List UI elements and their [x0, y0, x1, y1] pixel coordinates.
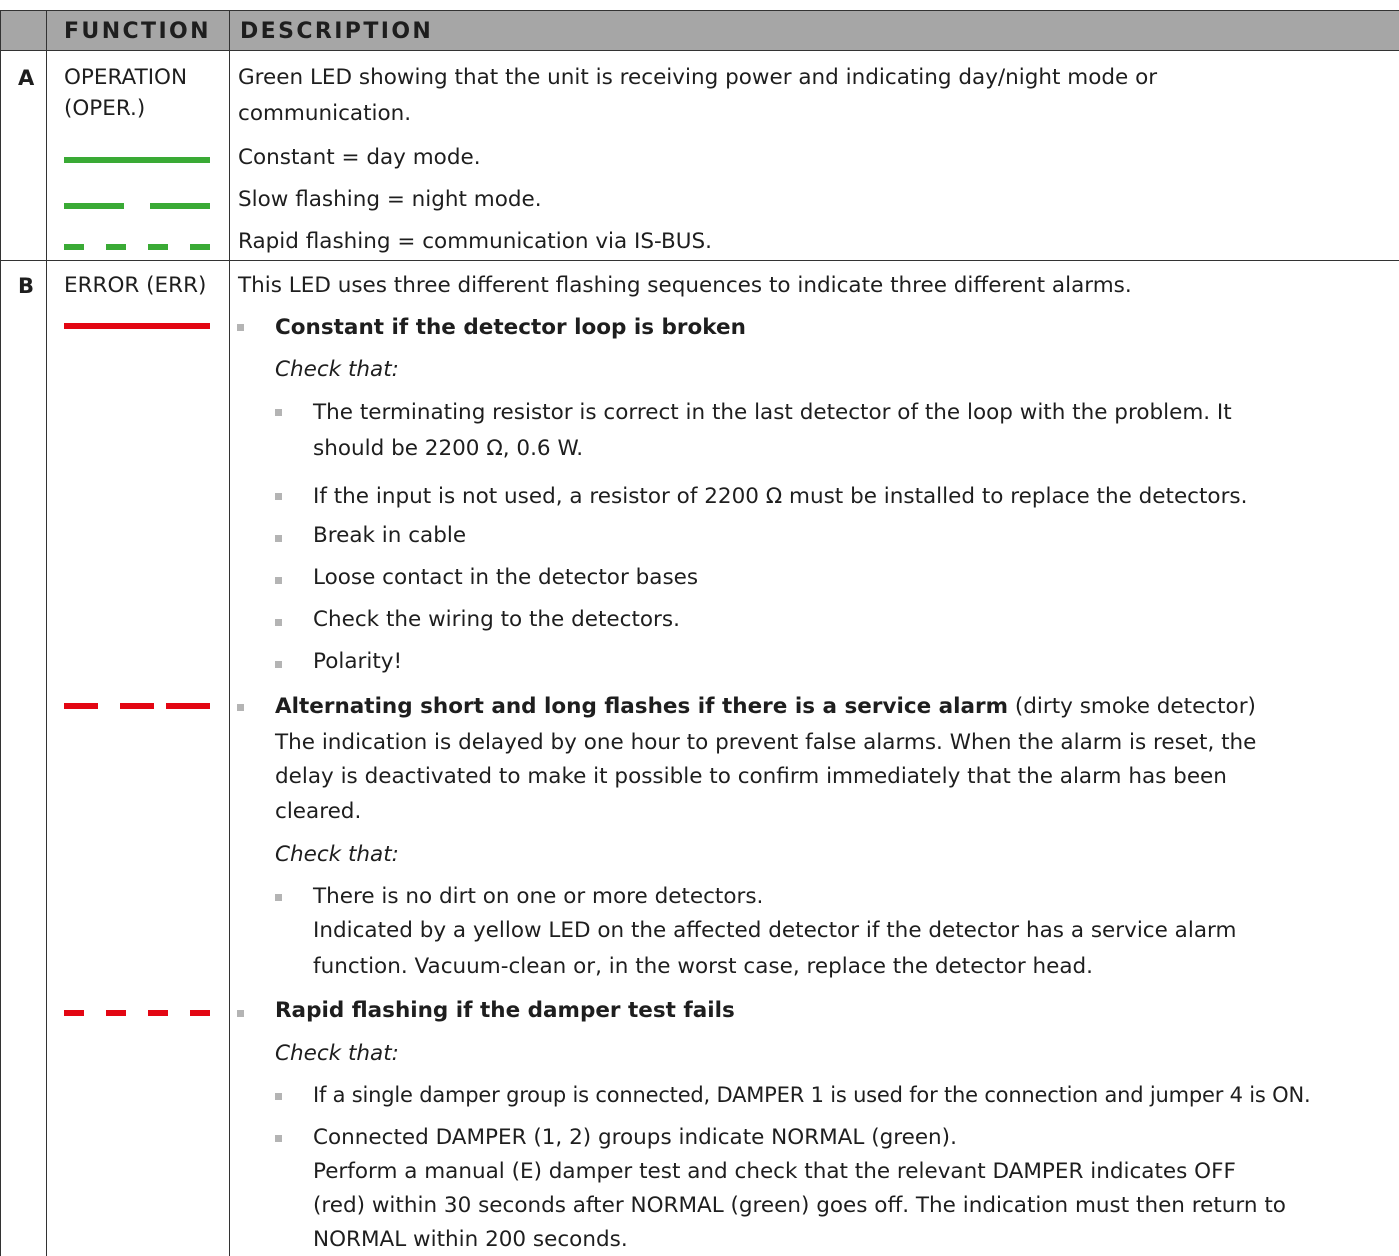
header-description: DESCRIPTION — [240, 19, 434, 44]
alarm2-line3: delay is deactivated to make it possible… — [275, 764, 1227, 789]
header-function: FUNCTION — [64, 19, 211, 44]
alarm1-item3: Break in cable — [313, 523, 467, 548]
led-function-table: FUNCTION DESCRIPTION A OPERATION (OPER.)… — [0, 0, 1399, 1256]
alarm2-item-line1: There is no dirt on one or more detector… — [313, 884, 764, 909]
operation-desc-line1: Green LED showing that the unit is recei… — [238, 65, 1158, 90]
bullet-icon — [237, 1010, 244, 1017]
bullet-icon — [275, 535, 282, 542]
grid-line — [0, 50, 1399, 51]
alarm2-line4: cleared. — [275, 799, 362, 824]
alarm2-line2: The indication is delayed by one hour to… — [275, 730, 1257, 755]
alarm2-title-line: Alternating short and long flashes if th… — [275, 691, 1256, 722]
bullet-icon — [275, 493, 282, 500]
alarm2-title-suffix: (dirty smoke detector) — [1008, 694, 1256, 719]
alarm2-item-line2: Indicated by a yellow LED on the affecte… — [313, 918, 1237, 943]
alarm3-item2-line2: Perform a manual (E) damper test and che… — [313, 1159, 1236, 1184]
function-operation-abbr: (OPER.) — [64, 96, 146, 121]
operation-constant: Constant = day mode. — [238, 145, 481, 170]
grid-line — [0, 10, 1, 1256]
bullet-icon — [237, 704, 244, 711]
led-red-rapid-flash-icon — [64, 1010, 210, 1016]
function-error: ERROR (ERR) — [64, 273, 207, 298]
grid-line — [0, 10, 1399, 11]
grid-line — [46, 10, 47, 1256]
table-header: FUNCTION DESCRIPTION — [0, 10, 1399, 50]
led-green-rapid-flash-icon — [64, 244, 210, 250]
bullet-icon — [275, 577, 282, 584]
led-green-slow-flash-icon — [64, 203, 210, 209]
bullet-icon — [275, 1093, 282, 1100]
bullet-icon — [237, 324, 244, 331]
row-letter-a: A — [18, 66, 35, 90]
led-red-constant-icon — [64, 323, 210, 329]
alarm2-check: Check that: — [275, 842, 399, 867]
alarm1-item2: If the input is not used, a resistor of … — [313, 484, 1248, 509]
bullet-icon — [275, 619, 282, 626]
operation-rapid: Rapid flashing = communication via IS-BU… — [238, 229, 712, 254]
alarm1-check: Check that: — [275, 357, 399, 382]
alarm3-item2-line4: NORMAL within 200 seconds. — [313, 1227, 628, 1252]
operation-desc-line2: communication. — [238, 101, 412, 126]
grid-line — [229, 10, 230, 1256]
alarm2-item-line3: function. Vacuum-clean or, in the worst … — [313, 954, 1094, 979]
alarm3-check: Check that: — [275, 1041, 399, 1066]
alarm1-item6: Polarity! — [313, 649, 403, 674]
alarm1-item5: Check the wiring to the detectors. — [313, 607, 680, 632]
alarm1-title: Constant if the detector loop is broken — [275, 315, 746, 340]
bullet-icon — [275, 894, 282, 901]
alarm1-item1-line2: should be 2200 Ω, 0.6 W. — [313, 436, 584, 461]
led-red-short-long-flash-icon — [64, 703, 210, 709]
function-operation: OPERATION — [64, 65, 188, 90]
led-green-constant-icon — [64, 157, 210, 163]
alarm1-item1-line1: The terminating resistor is correct in t… — [313, 400, 1232, 425]
alarm3-item2-line3: (red) within 30 seconds after NORMAL (gr… — [313, 1193, 1286, 1218]
grid-line — [0, 260, 1399, 261]
alarm3-item2-line1: Connected DAMPER (1, 2) groups indicate … — [313, 1125, 957, 1150]
error-intro: This LED uses three different flashing s… — [238, 273, 1132, 298]
alarm3-title: Rapid flashing if the damper test fails — [275, 998, 735, 1023]
alarm2-title: Alternating short and long flashes if th… — [275, 694, 1009, 719]
row-letter-b: B — [18, 274, 35, 298]
bullet-icon — [275, 1135, 282, 1142]
alarm1-item4: Loose contact in the detector bases — [313, 565, 699, 590]
bullet-icon — [275, 661, 282, 668]
operation-slow: Slow flashing = night mode. — [238, 187, 542, 212]
alarm3-item1: If a single damper group is connected, D… — [313, 1083, 1311, 1107]
bullet-icon — [275, 409, 282, 416]
